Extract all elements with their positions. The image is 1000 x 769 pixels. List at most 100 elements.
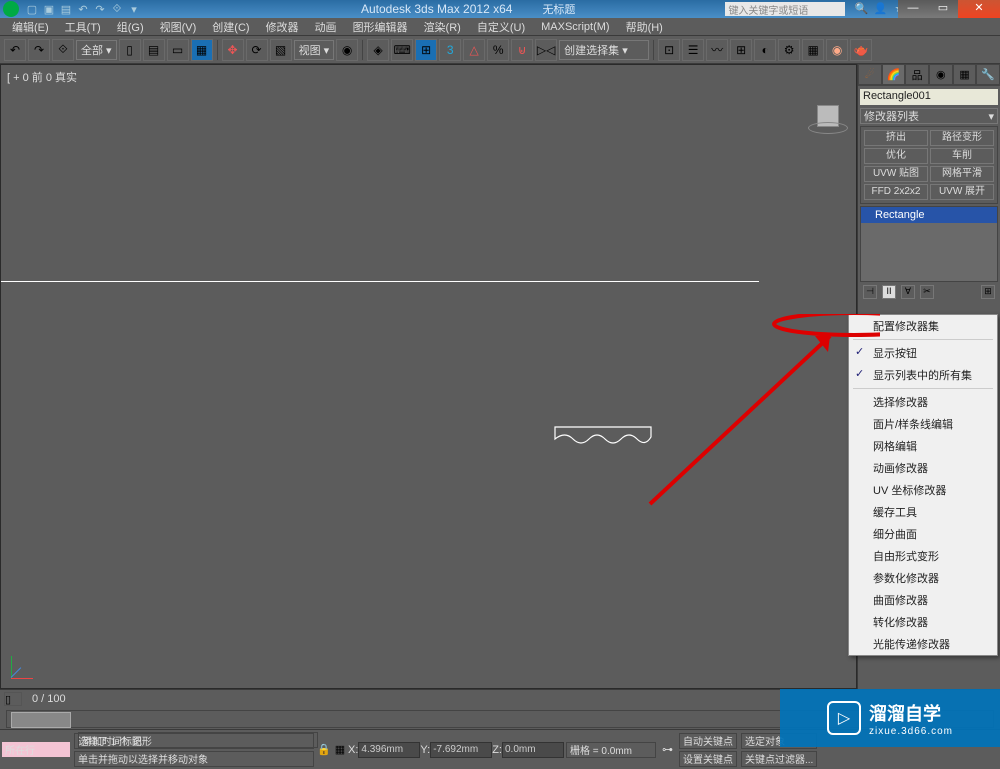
window-crossing-icon[interactable]: ▦ — [191, 39, 213, 61]
coord-x-input[interactable] — [358, 742, 420, 758]
select-manipulate-icon[interactable]: ◈ — [367, 39, 389, 61]
material-editor-icon[interactable]: ◐ — [754, 39, 776, 61]
pin-stack-icon[interactable]: ⊣ — [863, 285, 877, 299]
menu-mesh-editing[interactable]: 网格编辑 — [849, 435, 997, 457]
mod-btn-meshsmooth[interactable]: 网格平滑 — [930, 166, 994, 182]
key-filters-button[interactable]: 关键点过滤器... — [741, 751, 817, 767]
make-unique-icon[interactable]: ∀ — [901, 285, 915, 299]
auto-key-button[interactable]: 自动关键点 — [679, 733, 737, 749]
transform-type-in-icon[interactable]: ▦ — [332, 743, 348, 756]
menu-animation[interactable]: 动画 — [307, 17, 345, 37]
viewport[interactable]: [ + 0 前 0 真实 — [0, 64, 857, 689]
select-object-icon[interactable]: ▯ — [119, 39, 141, 61]
mod-btn-ffd[interactable]: FFD 2x2x2 — [864, 184, 928, 200]
menu-surface-modifiers[interactable]: 曲面修改器 — [849, 589, 997, 611]
select-region-rect-icon[interactable]: ▭ — [167, 39, 189, 61]
viewcube[interactable] — [808, 100, 848, 140]
script-listener-locrow[interactable]: 所在行 — [2, 742, 70, 757]
add-time-tag-field[interactable]: 添加时间标记 — [78, 732, 318, 748]
redo-icon[interactable]: ↷ — [28, 39, 50, 61]
tab-motion-icon[interactable]: ◉ — [929, 64, 953, 85]
selection-scope-dropdown[interactable]: 全部 ▾ — [76, 40, 117, 60]
menu-help[interactable]: 帮助(H) — [618, 17, 671, 37]
menu-conversion[interactable]: 转化修改器 — [849, 611, 997, 633]
mirror-icon[interactable]: ▷◁ — [535, 39, 557, 61]
move-icon[interactable]: ✥ — [222, 39, 244, 61]
align-icon[interactable]: ⊡ — [658, 39, 680, 61]
menu-tools[interactable]: 工具(T) — [57, 17, 109, 37]
layers-icon[interactable]: ☰ — [682, 39, 704, 61]
mod-btn-uvw-unwrap[interactable]: UVW 展开 — [930, 184, 994, 200]
mod-btn-lathe[interactable]: 车削 — [930, 148, 994, 164]
percent-snap-icon[interactable]: △ — [463, 39, 485, 61]
minimize-button[interactable]: — — [898, 0, 928, 18]
menu-show-buttons[interactable]: 显示按钮 — [849, 342, 997, 364]
menu-configure-sets[interactable]: 配置修改器集 — [849, 315, 997, 337]
time-config-icon[interactable]: ▯ — [4, 692, 22, 706]
render-icon[interactable]: ◉ — [826, 39, 848, 61]
curve-editor-icon[interactable]: 〰 — [706, 39, 728, 61]
menu-patch-spline[interactable]: 面片/样条线编辑 — [849, 413, 997, 435]
lock-selection-icon[interactable]: 🔒 — [316, 743, 332, 756]
viewport-label[interactable]: [ + 0 前 0 真实 — [1, 65, 856, 89]
menu-edit[interactable]: 编辑(E) — [4, 17, 57, 37]
qat-new-icon[interactable]: ▢ — [25, 2, 39, 16]
angle-snap-icon[interactable]: 3 — [439, 39, 461, 61]
edit-named-sel-icon[interactable]: ⊌ — [511, 39, 533, 61]
menu-parametric[interactable]: 参数化修改器 — [849, 567, 997, 589]
qat-link-icon[interactable]: ⟐ — [110, 2, 124, 16]
modifier-stack-item[interactable]: Rectangle — [861, 207, 997, 223]
keyboard-shortcut-icon[interactable]: ⌨ — [391, 39, 413, 61]
menu-cache-tools[interactable]: 缓存工具 — [849, 501, 997, 523]
viewcube-ring-icon[interactable] — [808, 122, 848, 134]
ref-coord-dropdown[interactable]: 视图 ▾ — [294, 40, 335, 60]
tab-display-icon[interactable]: ▦ — [953, 64, 977, 85]
spinner-snap-icon[interactable]: % — [487, 39, 509, 61]
app-logo-icon[interactable] — [3, 1, 19, 17]
tab-hierarchy-icon[interactable]: 品 — [905, 64, 929, 85]
configure-sets-icon[interactable]: ⊞ — [981, 285, 995, 299]
maximize-button[interactable]: ▭ — [928, 0, 958, 18]
qat-save-icon[interactable]: ▤ — [59, 2, 73, 16]
info-user-icon[interactable]: 👤 — [872, 2, 888, 16]
menu-customize[interactable]: 自定义(U) — [469, 17, 533, 37]
scale-icon[interactable]: ▧ — [270, 39, 292, 61]
mod-btn-path-deform[interactable]: 路径变形 — [930, 130, 994, 146]
menu-radiosity[interactable]: 光能传递修改器 — [849, 633, 997, 655]
render-setup-icon[interactable]: ⚙ — [778, 39, 800, 61]
set-key-button[interactable]: 设置关键点 — [679, 751, 737, 767]
remove-modifier-icon[interactable]: ✂ — [920, 285, 934, 299]
search-input[interactable]: 键入关键字或短语 — [725, 2, 845, 16]
mod-btn-optimize[interactable]: 优化 — [864, 148, 928, 164]
qat-open-icon[interactable]: ▣ — [42, 2, 56, 16]
menu-group[interactable]: 组(G) — [109, 17, 152, 37]
time-slider-handle[interactable] — [11, 712, 71, 728]
menu-animation-modifiers[interactable]: 动画修改器 — [849, 457, 997, 479]
close-button[interactable]: ✕ — [958, 0, 1000, 18]
object-name-field[interactable]: Rectangle001 — [860, 89, 998, 105]
mod-btn-uvw-map[interactable]: UVW 贴图 — [864, 166, 928, 182]
qat-dropdown-icon[interactable]: ▾ — [127, 2, 141, 16]
modifier-stack[interactable]: Rectangle — [860, 206, 998, 282]
rendered-frame-icon[interactable]: ▦ — [802, 39, 824, 61]
modifier-list-dropdown[interactable]: 修改器列表 ▾ — [860, 108, 998, 124]
menu-graph[interactable]: 图形编辑器 — [345, 17, 416, 37]
tab-create-icon[interactable]: ☄ — [858, 64, 882, 85]
qat-undo-icon[interactable]: ↶ — [76, 2, 90, 16]
coord-y-input[interactable] — [430, 742, 492, 758]
mod-btn-extrude[interactable]: 挤出 — [864, 130, 928, 146]
tab-modify-icon[interactable]: 🌈 — [882, 64, 906, 85]
menu-rendering[interactable]: 渲染(R) — [416, 17, 469, 37]
select-name-icon[interactable]: ▤ — [143, 39, 165, 61]
menu-create[interactable]: 创建(C) — [204, 17, 257, 37]
pivot-icon[interactable]: ◉ — [336, 39, 358, 61]
render-prod-icon[interactable]: 🫖 — [850, 39, 872, 61]
menu-uv-modifiers[interactable]: UV 坐标修改器 — [849, 479, 997, 501]
qat-redo-icon[interactable]: ↷ — [93, 2, 107, 16]
menu-subdiv-surfaces[interactable]: 细分曲面 — [849, 523, 997, 545]
menu-maxscript[interactable]: MAXScript(M) — [533, 19, 617, 35]
coord-z-input[interactable] — [502, 742, 564, 758]
help-glass-icon[interactable]: 🔍 — [853, 2, 869, 16]
show-end-result-icon[interactable]: II — [882, 285, 896, 299]
menu-selection-modifiers[interactable]: 选择修改器 — [849, 391, 997, 413]
